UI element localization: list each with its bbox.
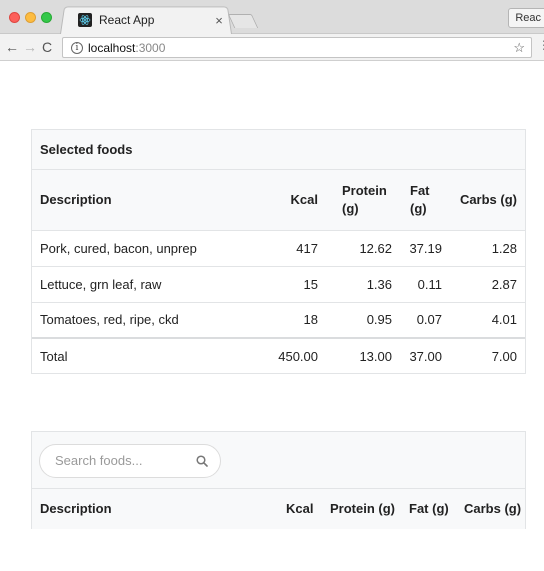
search-box[interactable] [39,444,221,478]
food-protein: 1.36 [326,265,400,302]
column-header: Protein (g) [330,501,395,516]
food-fat: 37.19 [400,229,450,266]
url-port: :3000 [135,40,166,55]
tab-title: React App [99,13,155,27]
selected-foods-grid: Description Kcal Protein (g) Fat (g) Car… [32,170,525,373]
selected-foods-title: Selected foods [32,130,525,170]
new-tab-button[interactable] [227,14,259,28]
search-bar-row [32,432,525,489]
browser-toolbar: ← → C i localhost :3000 ☆ [0,34,544,61]
maximize-window-button[interactable] [41,12,52,23]
food-protein: 0.95 [326,301,400,338]
profile-button[interactable]: Reac [508,8,544,28]
reload-icon[interactable]: C [42,38,52,56]
selected-foods-table: Selected foods Description Kcal Protein … [31,129,526,374]
column-header: Fat (g) [409,501,449,516]
minimize-window-button[interactable] [25,12,36,23]
arrow-left-icon[interactable]: ← [5,38,19,56]
react-logo-icon [78,13,92,27]
total-carbs: 7.00 [450,337,525,373]
food-carbs: 2.87 [450,265,525,302]
column-header: Protein (g) [342,182,387,216]
total-protein: 13.00 [326,337,400,373]
food-search-table: Description Kcal Protein (g) Fat (g) Car… [31,431,526,529]
close-window-button[interactable] [9,12,20,23]
total-label: Total [32,337,266,373]
food-description: Lettuce, grn leaf, raw [32,265,266,302]
food-carbs: 1.28 [450,229,525,266]
column-header: Carbs (g) [464,501,522,516]
table-row[interactable]: Pork, cured, bacon, unprep 417 12.62 37.… [32,229,525,266]
address-bar[interactable]: i localhost :3000 ☆ [62,37,532,58]
food-kcal: 417 [266,229,326,266]
tab-close-icon[interactable]: × [212,13,226,28]
star-icon[interactable]: ☆ [513,40,525,56]
column-header: Carbs (g) [459,191,517,207]
food-protein: 12.62 [326,229,400,266]
column-header: Kcal [286,501,314,516]
browser-tab-content[interactable]: React App × [70,9,226,31]
table-row[interactable]: Tomatoes, red, ripe, ckd 18 0.95 0.07 4.… [32,301,525,338]
food-fat: 0.11 [400,265,450,302]
food-description: Pork, cured, bacon, unprep [32,229,266,266]
column-header: Fat (g) [410,182,430,216]
column-header: Kcal [290,191,318,207]
total-row: Total 450.00 13.00 37.00 7.00 [32,337,525,373]
browser-menu-icon[interactable]: ⋮ [538,38,544,52]
food-kcal: 18 [266,301,326,338]
search-icon [196,455,208,467]
food-fat: 0.07 [400,301,450,338]
food-carbs: 4.01 [450,301,525,338]
info-icon[interactable]: i [71,41,83,54]
table-header-row: Description Kcal Protein (g) Fat (g) Car… [32,170,525,230]
total-fat: 37.00 [400,337,450,373]
search-input[interactable] [55,453,185,468]
arrow-right-icon[interactable]: → [23,38,37,56]
food-description: Tomatoes, red, ripe, ckd [32,301,266,338]
column-header: Description [40,191,112,207]
total-kcal: 450.00 [266,337,326,373]
url-host: localhost [88,40,136,55]
table-row[interactable]: Lettuce, grn leaf, raw 15 1.36 0.11 2.87 [32,265,525,302]
search-results-header: Description Kcal Protein (g) Fat (g) Car… [32,489,525,529]
browser-tab-bar: React App × Reac [0,0,544,34]
column-header: Description [40,501,112,516]
food-kcal: 15 [266,265,326,302]
